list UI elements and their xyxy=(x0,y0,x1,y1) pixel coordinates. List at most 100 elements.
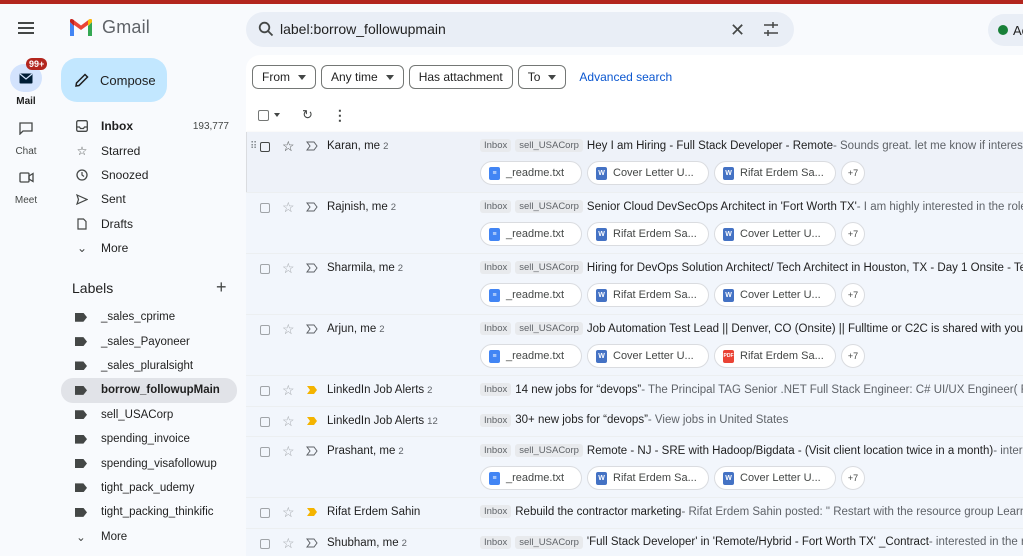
labels-more[interactable]: ⌄ More xyxy=(61,525,237,549)
more-attachments-chip[interactable]: +7 xyxy=(841,161,865,185)
email-row[interactable]: ☆ Shubham, me 2 Inbox sell_USACorp 'Full Stac… xyxy=(246,528,1023,556)
search-bar[interactable]: label:borrow_followupmain ✕ xyxy=(246,12,794,47)
email-row[interactable]: ☆ Arjun, me 2 Inbox sell_USACorp Job Automati… xyxy=(246,315,1023,376)
email-row[interactable]: ☆ Sharmila, me 2 Inbox sell_USACorp Hiring fo… xyxy=(246,254,1023,315)
email-label-chip[interactable]: Inbox xyxy=(480,535,512,549)
attachment-chip[interactable]: W Cover Letter U... xyxy=(714,466,836,490)
star-icon[interactable]: ☆ xyxy=(282,321,295,338)
advanced-search-link[interactable]: Advanced search xyxy=(579,70,672,84)
more-attachments-chip[interactable]: +7 xyxy=(841,344,865,368)
label-item[interactable]: tight_packing_thinkific xyxy=(61,500,237,524)
label-item[interactable]: _sales_pluralsight xyxy=(61,354,237,378)
attachment-chip[interactable]: W Cover Letter U... xyxy=(714,222,836,246)
email-label-chip[interactable]: Inbox xyxy=(480,505,512,518)
email-row[interactable]: ☆ Rajnish, me 2 Inbox sell_USACorp Senior Clo… xyxy=(246,193,1023,254)
add-label-icon[interactable]: + xyxy=(216,277,227,298)
label-item[interactable]: borrow_followupMain xyxy=(61,378,237,403)
refresh-icon[interactable]: ↻ xyxy=(302,107,313,123)
label-item[interactable]: spending_visafollowup xyxy=(61,451,237,475)
importance-marker-icon[interactable] xyxy=(306,324,318,334)
label-item[interactable]: _sales_Payoneer xyxy=(61,329,237,353)
email-label-chip[interactable]: Inbox xyxy=(480,383,512,396)
email-label-chip[interactable]: Inbox xyxy=(480,413,512,427)
row-checkbox[interactable] xyxy=(260,264,270,274)
filter-from[interactable]: From xyxy=(252,65,316,89)
nav-item-sent[interactable]: Sent xyxy=(61,187,237,211)
rail-meet[interactable]: Meet xyxy=(0,163,52,206)
email-label-chip[interactable]: sell_USACorp xyxy=(515,200,583,213)
more-attachments-chip[interactable]: +7 xyxy=(841,283,865,307)
star-icon[interactable]: ☆ xyxy=(282,443,295,460)
label-item[interactable]: sell_USACorp xyxy=(61,403,237,427)
nav-item-inbox[interactable]: Inbox 193,777 xyxy=(61,114,237,138)
email-label-chip[interactable]: sell_USACorp xyxy=(515,444,583,457)
attachment-chip[interactable]: ≡ _readme.txt xyxy=(480,466,582,490)
importance-marker-icon[interactable] xyxy=(306,385,318,395)
rail-mail[interactable]: 99+ Mail xyxy=(0,58,52,107)
star-icon[interactable]: ☆ xyxy=(282,260,295,277)
importance-marker-icon[interactable] xyxy=(306,446,318,456)
more-attachments-chip[interactable]: +7 xyxy=(841,222,865,246)
importance-marker-icon[interactable] xyxy=(306,507,318,517)
search-input[interactable]: label:borrow_followupmain xyxy=(280,21,446,37)
star-icon[interactable]: ☆ xyxy=(282,504,295,521)
row-checkbox[interactable] xyxy=(260,325,270,335)
importance-marker-icon[interactable] xyxy=(306,538,318,548)
email-row[interactable]: ☆ Rifat Erdem Sahin Inbox Rebuild the contr… xyxy=(246,498,1023,529)
email-row[interactable]: ⠿ ☆ Karan, me 2 Inbox sell_USACorp Hey I am Hi… xyxy=(246,132,1023,193)
attachment-chip[interactable]: W Rifat Erdem Sa... xyxy=(587,222,709,246)
filter-any-time[interactable]: Any time xyxy=(321,65,404,89)
filter-has-attachment[interactable]: Has attachment xyxy=(408,65,513,89)
email-row[interactable]: ☆ LinkedIn Job Alerts 12 Inbox 30+ new jobs … xyxy=(246,406,1023,437)
attachment-chip[interactable]: ≡ _readme.txt xyxy=(480,344,582,368)
row-checkbox[interactable] xyxy=(260,538,270,549)
email-label-chip[interactable]: sell_USACorp xyxy=(515,261,583,274)
search-icon[interactable] xyxy=(258,21,274,37)
label-item[interactable]: spending_invoice xyxy=(61,427,237,451)
row-checkbox[interactable] xyxy=(260,416,270,427)
email-label-chip[interactable]: sell_USACorp xyxy=(515,535,583,549)
label-item[interactable]: tight_pack_udemy xyxy=(61,476,237,500)
label-item[interactable]: _sales_cprime xyxy=(61,305,237,329)
compose-button[interactable]: Compose xyxy=(61,58,167,102)
more-options-icon[interactable]: ⋮ xyxy=(333,107,347,124)
importance-marker-icon[interactable] xyxy=(306,263,318,273)
attachment-chip[interactable]: W Rifat Erdem Sa... xyxy=(587,283,709,307)
drag-handle-icon[interactable]: ⠿ xyxy=(250,141,257,152)
nav-item-snoozed[interactable]: Snoozed xyxy=(61,163,237,187)
star-icon[interactable]: ☆ xyxy=(282,382,295,399)
email-label-chip[interactable]: sell_USACorp xyxy=(515,322,583,335)
importance-marker-icon[interactable] xyxy=(306,416,318,426)
row-checkbox[interactable] xyxy=(260,142,270,152)
attachment-chip[interactable]: ≡ _readme.txt xyxy=(480,161,582,185)
email-label-chip[interactable]: Inbox xyxy=(480,139,512,152)
attachment-chip[interactable]: W Cover Letter U... xyxy=(587,344,709,368)
main-menu-button[interactable] xyxy=(14,16,38,40)
attachment-chip[interactable]: ≡ _readme.txt xyxy=(480,222,582,246)
email-label-chip[interactable]: Inbox xyxy=(480,444,512,457)
clear-search-icon[interactable]: ✕ xyxy=(730,20,745,41)
attachment-chip[interactable]: W Rifat Erdem Sa... xyxy=(714,161,836,185)
status-indicator[interactable]: Ac xyxy=(988,14,1023,46)
email-label-chip[interactable]: Inbox xyxy=(480,261,512,274)
nav-item-more[interactable]: ⌄ More xyxy=(61,236,237,260)
star-icon[interactable]: ☆ xyxy=(282,535,295,552)
attachment-chip[interactable]: PDF Rifat Erdem Sa... xyxy=(714,344,836,368)
star-icon[interactable]: ☆ xyxy=(282,138,295,155)
attachment-chip[interactable]: ≡ _readme.txt xyxy=(480,283,582,307)
select-options-chevron-icon[interactable] xyxy=(274,113,280,117)
search-options-icon[interactable] xyxy=(763,21,779,37)
row-checkbox[interactable] xyxy=(260,447,270,457)
email-row[interactable]: ☆ LinkedIn Job Alerts 2 Inbox 14 new jobs fo… xyxy=(246,376,1023,407)
star-icon[interactable]: ☆ xyxy=(282,413,295,430)
nav-item-starred[interactable]: ☆ Starred xyxy=(61,138,237,162)
rail-chat[interactable]: Chat xyxy=(0,114,52,157)
email-row[interactable]: ☆ Prashant, me 2 Inbox sell_USACorp Remote - … xyxy=(246,437,1023,498)
more-attachments-chip[interactable]: +7 xyxy=(841,466,865,490)
gmail-logo[interactable]: Gmail xyxy=(68,17,150,38)
importance-marker-icon[interactable] xyxy=(306,202,318,212)
email-label-chip[interactable]: sell_USACorp xyxy=(515,139,583,152)
star-icon[interactable]: ☆ xyxy=(282,199,295,216)
attachment-chip[interactable]: W Cover Letter U... xyxy=(587,161,709,185)
nav-item-drafts[interactable]: Drafts xyxy=(61,212,237,236)
